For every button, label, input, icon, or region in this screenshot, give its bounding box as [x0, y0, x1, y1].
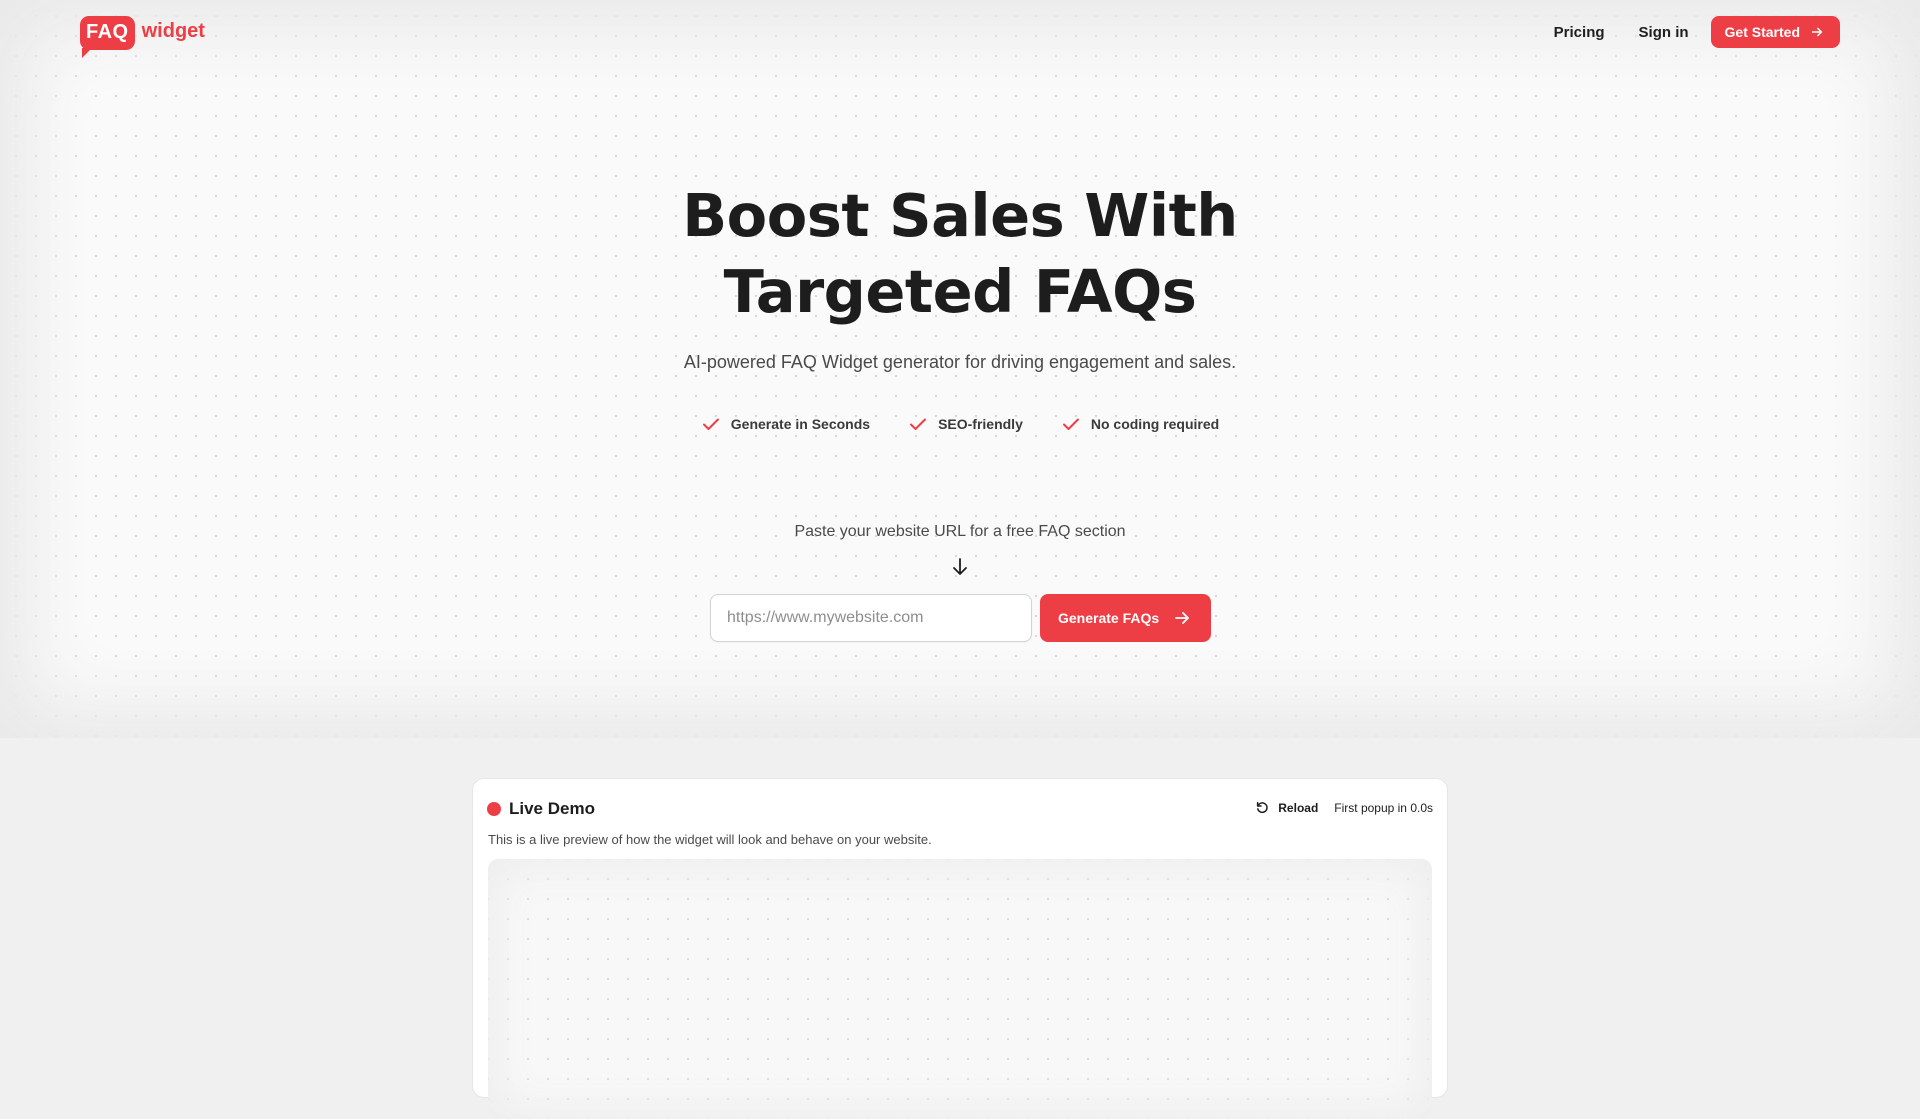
- logo[interactable]: FAQ widget: [80, 12, 205, 58]
- generate-faqs-button[interactable]: Generate FAQs: [1040, 594, 1212, 642]
- logo-mark: FAQ: [80, 16, 135, 58]
- arrow-right-icon: [1811, 27, 1823, 37]
- check-icon: [1062, 418, 1079, 430]
- get-started-label: Get Started: [1724, 24, 1800, 40]
- headline-line-1: Boost Sales With: [682, 181, 1238, 250]
- feature-label: Generate in Seconds: [730, 416, 871, 432]
- feature-label: SEO-friendly: [938, 416, 1023, 432]
- reload-button[interactable]: Reload: [1255, 800, 1318, 815]
- page-title: Boost Sales With Targeted FAQs: [0, 178, 1920, 330]
- check-icon: [702, 418, 719, 430]
- live-demo-description: This is a live preview of how the widget…: [488, 832, 932, 847]
- reload-label: Reload: [1278, 800, 1319, 815]
- nav-pricing-link[interactable]: Pricing: [1554, 24, 1605, 41]
- feature-item: SEO-friendly: [908, 414, 1023, 434]
- live-demo-card: Live Demo Reload First popup in 0.0s Thi…: [472, 778, 1448, 1119]
- check-icon: [910, 418, 927, 430]
- headline-line-2: Targeted FAQs: [723, 257, 1197, 326]
- demo-toolbar: Reload First popup in 0.0s: [1255, 800, 1433, 815]
- subheadline: AI-powered FAQ Widget generator for driv…: [683, 352, 1237, 372]
- logo-word: widget: [141, 19, 205, 42]
- get-started-button[interactable]: Get Started: [1710, 16, 1840, 48]
- widget-preview-area: [488, 859, 1432, 1119]
- feature-list: Generate in Seconds SEO-friendly No codi…: [0, 414, 1920, 434]
- url-prompt: Paste your website URL for a free FAQ se…: [794, 523, 1126, 540]
- top-nav: Pricing Sign in Get Started: [1554, 16, 1840, 48]
- live-demo-title: Live Demo: [487, 799, 595, 819]
- arrow-right-icon: [1175, 612, 1190, 624]
- feature-label: No coding required: [1090, 416, 1220, 432]
- website-url-input[interactable]: [710, 594, 1032, 642]
- live-demo-label: Live Demo: [509, 799, 595, 818]
- reload-icon: [1257, 801, 1268, 813]
- url-form: Generate FAQs: [710, 594, 1212, 642]
- generate-faqs-label: Generate FAQs: [1058, 610, 1160, 626]
- arrow-down-icon: [953, 558, 967, 575]
- nav-sign-in-link[interactable]: Sign in: [1639, 24, 1689, 41]
- feature-item: Generate in Seconds: [701, 414, 870, 434]
- live-indicator-dot: [487, 802, 501, 816]
- feature-item: No coding required: [1061, 414, 1219, 434]
- hero-section: FAQ widget Pricing Sign in Get Started B…: [0, 0, 1920, 738]
- popup-timer: First popup in 0.0s: [1334, 800, 1433, 815]
